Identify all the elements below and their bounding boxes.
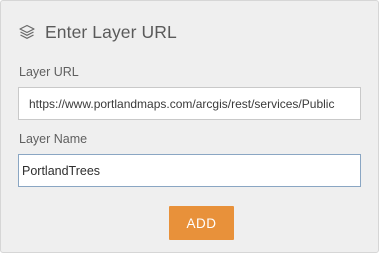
layer-name-input[interactable]: [18, 154, 361, 187]
layers-icon: [18, 23, 36, 41]
add-button[interactable]: ADD: [169, 206, 234, 240]
layer-url-input[interactable]: [18, 87, 361, 120]
panel-header: Enter Layer URL: [18, 19, 177, 45]
enter-layer-url-panel: Enter Layer URL Layer URL Layer Name ADD: [0, 0, 379, 253]
panel-title: Enter Layer URL: [45, 21, 177, 42]
layer-name-label: Layer Name: [19, 132, 88, 146]
layer-url-label: Layer URL: [19, 65, 79, 79]
